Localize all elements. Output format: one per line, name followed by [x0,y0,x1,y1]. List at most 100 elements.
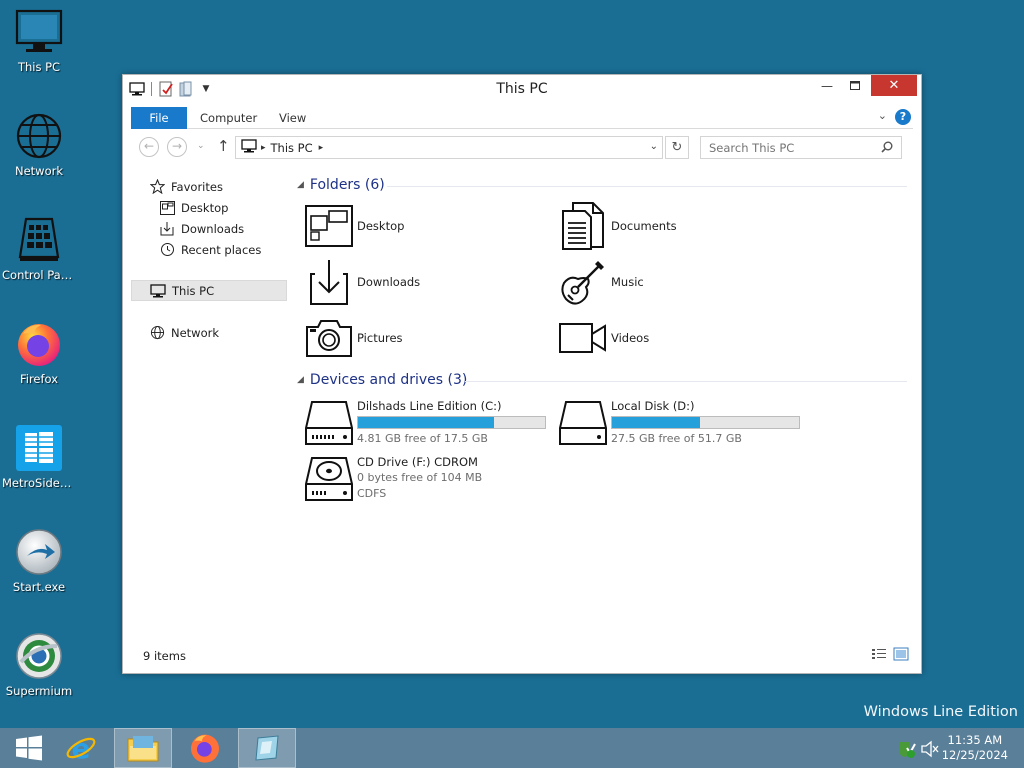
desktop-icon-this-pc[interactable]: This PC [2,2,76,92]
hard-drive-icon [557,397,609,449]
drive-f-name: CD Drive (F:) CDROM [357,455,478,469]
folders-header-label: Folders (6) [309,177,385,193]
folders-group-header[interactable]: ◢ Folders (6) [297,177,385,193]
folder-music[interactable]: Music [557,257,797,307]
desktop-folder-icon [303,201,355,251]
drive-c-free-space: 4.81 GB free of 17.5 GB [357,432,488,445]
forward-button[interactable]: → [167,137,187,157]
folder-documents[interactable]: Documents [557,201,797,251]
video-camera-icon [557,313,609,363]
drive-d[interactable]: Local Disk (D:) 27.5 GB free of 51.7 GB [557,397,809,449]
help-icon[interactable]: ? [895,109,911,125]
desktop-icon-metrosidebar[interactable]: MetroSideb... [2,418,76,508]
clock-icon [159,242,175,258]
drive-c-usage-fill [358,417,494,428]
collapse-triangle-icon[interactable]: ◢ [297,375,304,385]
search-box[interactable] [700,136,902,159]
back-button[interactable]: ← [139,137,159,157]
breadcrumb-arrow-icon[interactable]: ▸ [319,143,324,153]
drive-c-usage-bar [357,416,546,429]
nav-network[interactable]: Network [149,322,305,343]
address-bar[interactable]: ▸ This PC ▸ ⌄ [235,136,663,159]
volume-muted-icon[interactable] [920,739,940,759]
ribbon-tabs: File Computer View ⌄ ? [131,105,913,129]
breadcrumb-arrow-icon[interactable]: ▸ [261,143,266,153]
nav-recent-label: Recent places [181,242,262,257]
address-row: ← → ⌄ ↑ ▸ This PC ▸ ⌄ ↻ [123,129,921,163]
nav-this-pc[interactable]: This PC [131,280,287,301]
group-divider [465,381,907,382]
folder-downloads[interactable]: Downloads [303,257,543,307]
folder-pictures[interactable]: Pictures [303,313,543,363]
expand-ribbon-chevron-icon[interactable]: ⌄ [878,109,887,122]
explorer-window[interactable]: ▼ This PC — ✕ File Computer View ⌄ ? ← →… [122,74,922,674]
recent-locations-dropdown[interactable]: ⌄ [197,141,205,151]
nav-this-pc-label: This PC [172,283,215,298]
address-dropdown-chevron-icon[interactable]: ⌄ [650,141,658,152]
view-switcher [871,647,909,661]
drive-f-free-space: 0 bytes free of 104 MB [357,471,483,484]
navigation-pane: Favorites Desktop Downloads Recent place… [131,171,289,639]
desktop-icon [159,200,175,216]
desktop-icon-control-panel[interactable]: Control Panel [2,210,76,300]
clock-time: 11:35 AM [947,733,1003,747]
globe-icon [149,325,165,341]
taskbar-app[interactable] [238,728,296,768]
devices-header-label: Devices and drives (3) [309,372,468,388]
folder-icon [127,736,159,762]
edition-watermark: Windows Line Edition [863,704,1018,720]
supermium-icon [13,630,65,682]
status-item-count: 9 items [143,649,186,663]
camera-icon [303,313,355,363]
taskbar-firefox[interactable] [176,728,234,768]
desktop-icon-network[interactable]: Network [2,106,76,196]
tab-computer[interactable]: Computer [188,107,269,129]
search-icon [881,141,893,156]
taskbar-clock[interactable]: 11:35 AM 12/25/2024 [942,733,1008,763]
tab-file[interactable]: File [131,107,187,129]
control-panel-icon [13,214,65,266]
globe-icon [13,110,65,162]
svg-text:e: e [72,732,91,765]
content-pane: ◢ Folders (6) Desktop Documents Download… [291,171,911,641]
details-view-icon[interactable] [871,647,887,661]
title-bar[interactable]: ▼ This PC — ✕ [123,75,921,105]
tab-view[interactable]: View [267,107,318,129]
nav-desktop-label: Desktop [181,200,229,215]
minimize-button[interactable]: — [813,75,841,96]
security-shield-icon[interactable] [896,739,916,759]
refresh-button[interactable]: ↻ [665,136,689,159]
drive-f-filesystem: CDFS [357,487,387,500]
folder-downloads-label: Downloads [357,275,421,289]
collapse-triangle-icon[interactable]: ◢ [297,180,304,190]
desktop-icon-start-exe[interactable]: Start.exe [2,522,76,612]
up-button[interactable]: ↑ [217,137,230,155]
maximize-button[interactable] [841,75,869,96]
nav-favorites[interactable]: Favorites [149,176,305,197]
group-divider [387,186,907,187]
desktop-icon-firefox[interactable]: Firefox [2,314,76,404]
drive-c[interactable]: Dilshads Line Edition (C:) 4.81 GB free … [303,397,555,449]
desktop-icon-label: MetroSideb... [2,476,76,490]
computer-icon [150,283,166,299]
nav-favorites-label: Favorites [171,179,223,194]
folder-videos[interactable]: Videos [557,313,797,363]
download-icon [159,221,175,237]
drive-f[interactable]: CD Drive (F:) CDROM 0 bytes free of 104 … [303,453,555,513]
desktop-icon-label: Control Panel [2,268,76,282]
drive-d-usage-bar [611,416,800,429]
taskbar-internet-explorer[interactable]: e [52,728,110,768]
desktop-icon-supermium[interactable]: Supermium [2,626,76,716]
windows-logo-icon [16,735,42,761]
folder-desktop[interactable]: Desktop [303,201,543,251]
cd-drive-icon [303,453,355,505]
devices-group-header[interactable]: ◢ Devices and drives (3) [297,372,467,388]
large-icons-view-icon[interactable] [893,647,909,661]
drive-c-name: Dilshads Line Edition (C:) [357,399,502,413]
close-button[interactable]: ✕ [871,75,917,96]
breadcrumb-this-pc[interactable]: This PC [271,141,313,155]
start-button[interactable] [0,728,58,768]
taskbar-file-explorer[interactable] [114,728,172,768]
search-input[interactable] [701,140,871,155]
drive-d-name: Local Disk (D:) [611,399,695,413]
